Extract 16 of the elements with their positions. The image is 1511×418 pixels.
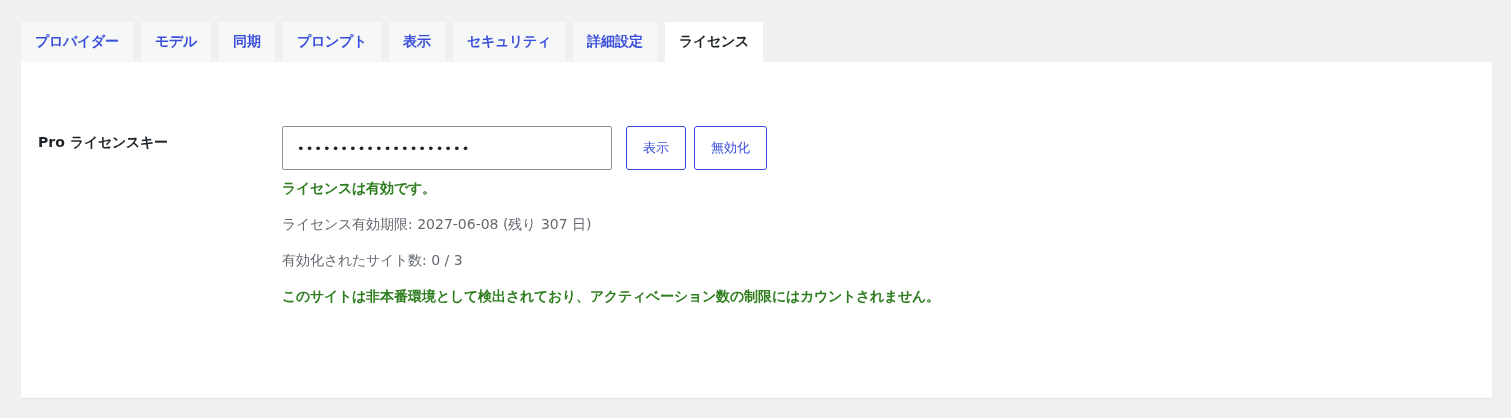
license-key-field[interactable]: •••••••••••••••••••• — [282, 126, 612, 170]
settings-tab[interactable]: プロンプト — [283, 22, 381, 62]
license-button[interactable]: 無効化 — [694, 126, 767, 170]
settings-tab[interactable]: 表示 — [389, 22, 445, 62]
settings-tab[interactable]: セキュリティ — [453, 22, 565, 62]
status-message: このサイトは非本番環境として検出されており、アクティベーション数の制限にはカウントされません。 — [282, 288, 940, 306]
settings-tab[interactable]: 詳細設定 — [573, 22, 657, 62]
settings-tab[interactable]: モデル — [141, 22, 211, 62]
info-text: ライセンス有効期限: 2027-06-08 (残り 307 日) — [282, 216, 593, 234]
status-message: ライセンスは有効です。 — [282, 180, 437, 198]
settings-tab[interactable]: ライセンス — [665, 22, 763, 62]
license-button[interactable]: 表示 — [626, 126, 686, 170]
settings-tab[interactable]: プロバイダー — [21, 22, 133, 62]
field-label: Pro ライセンスキー — [38, 133, 169, 152]
info-text: 有効化されたサイト数: 0 / 3 — [282, 252, 464, 270]
settings-tab[interactable]: 同期 — [219, 22, 275, 62]
